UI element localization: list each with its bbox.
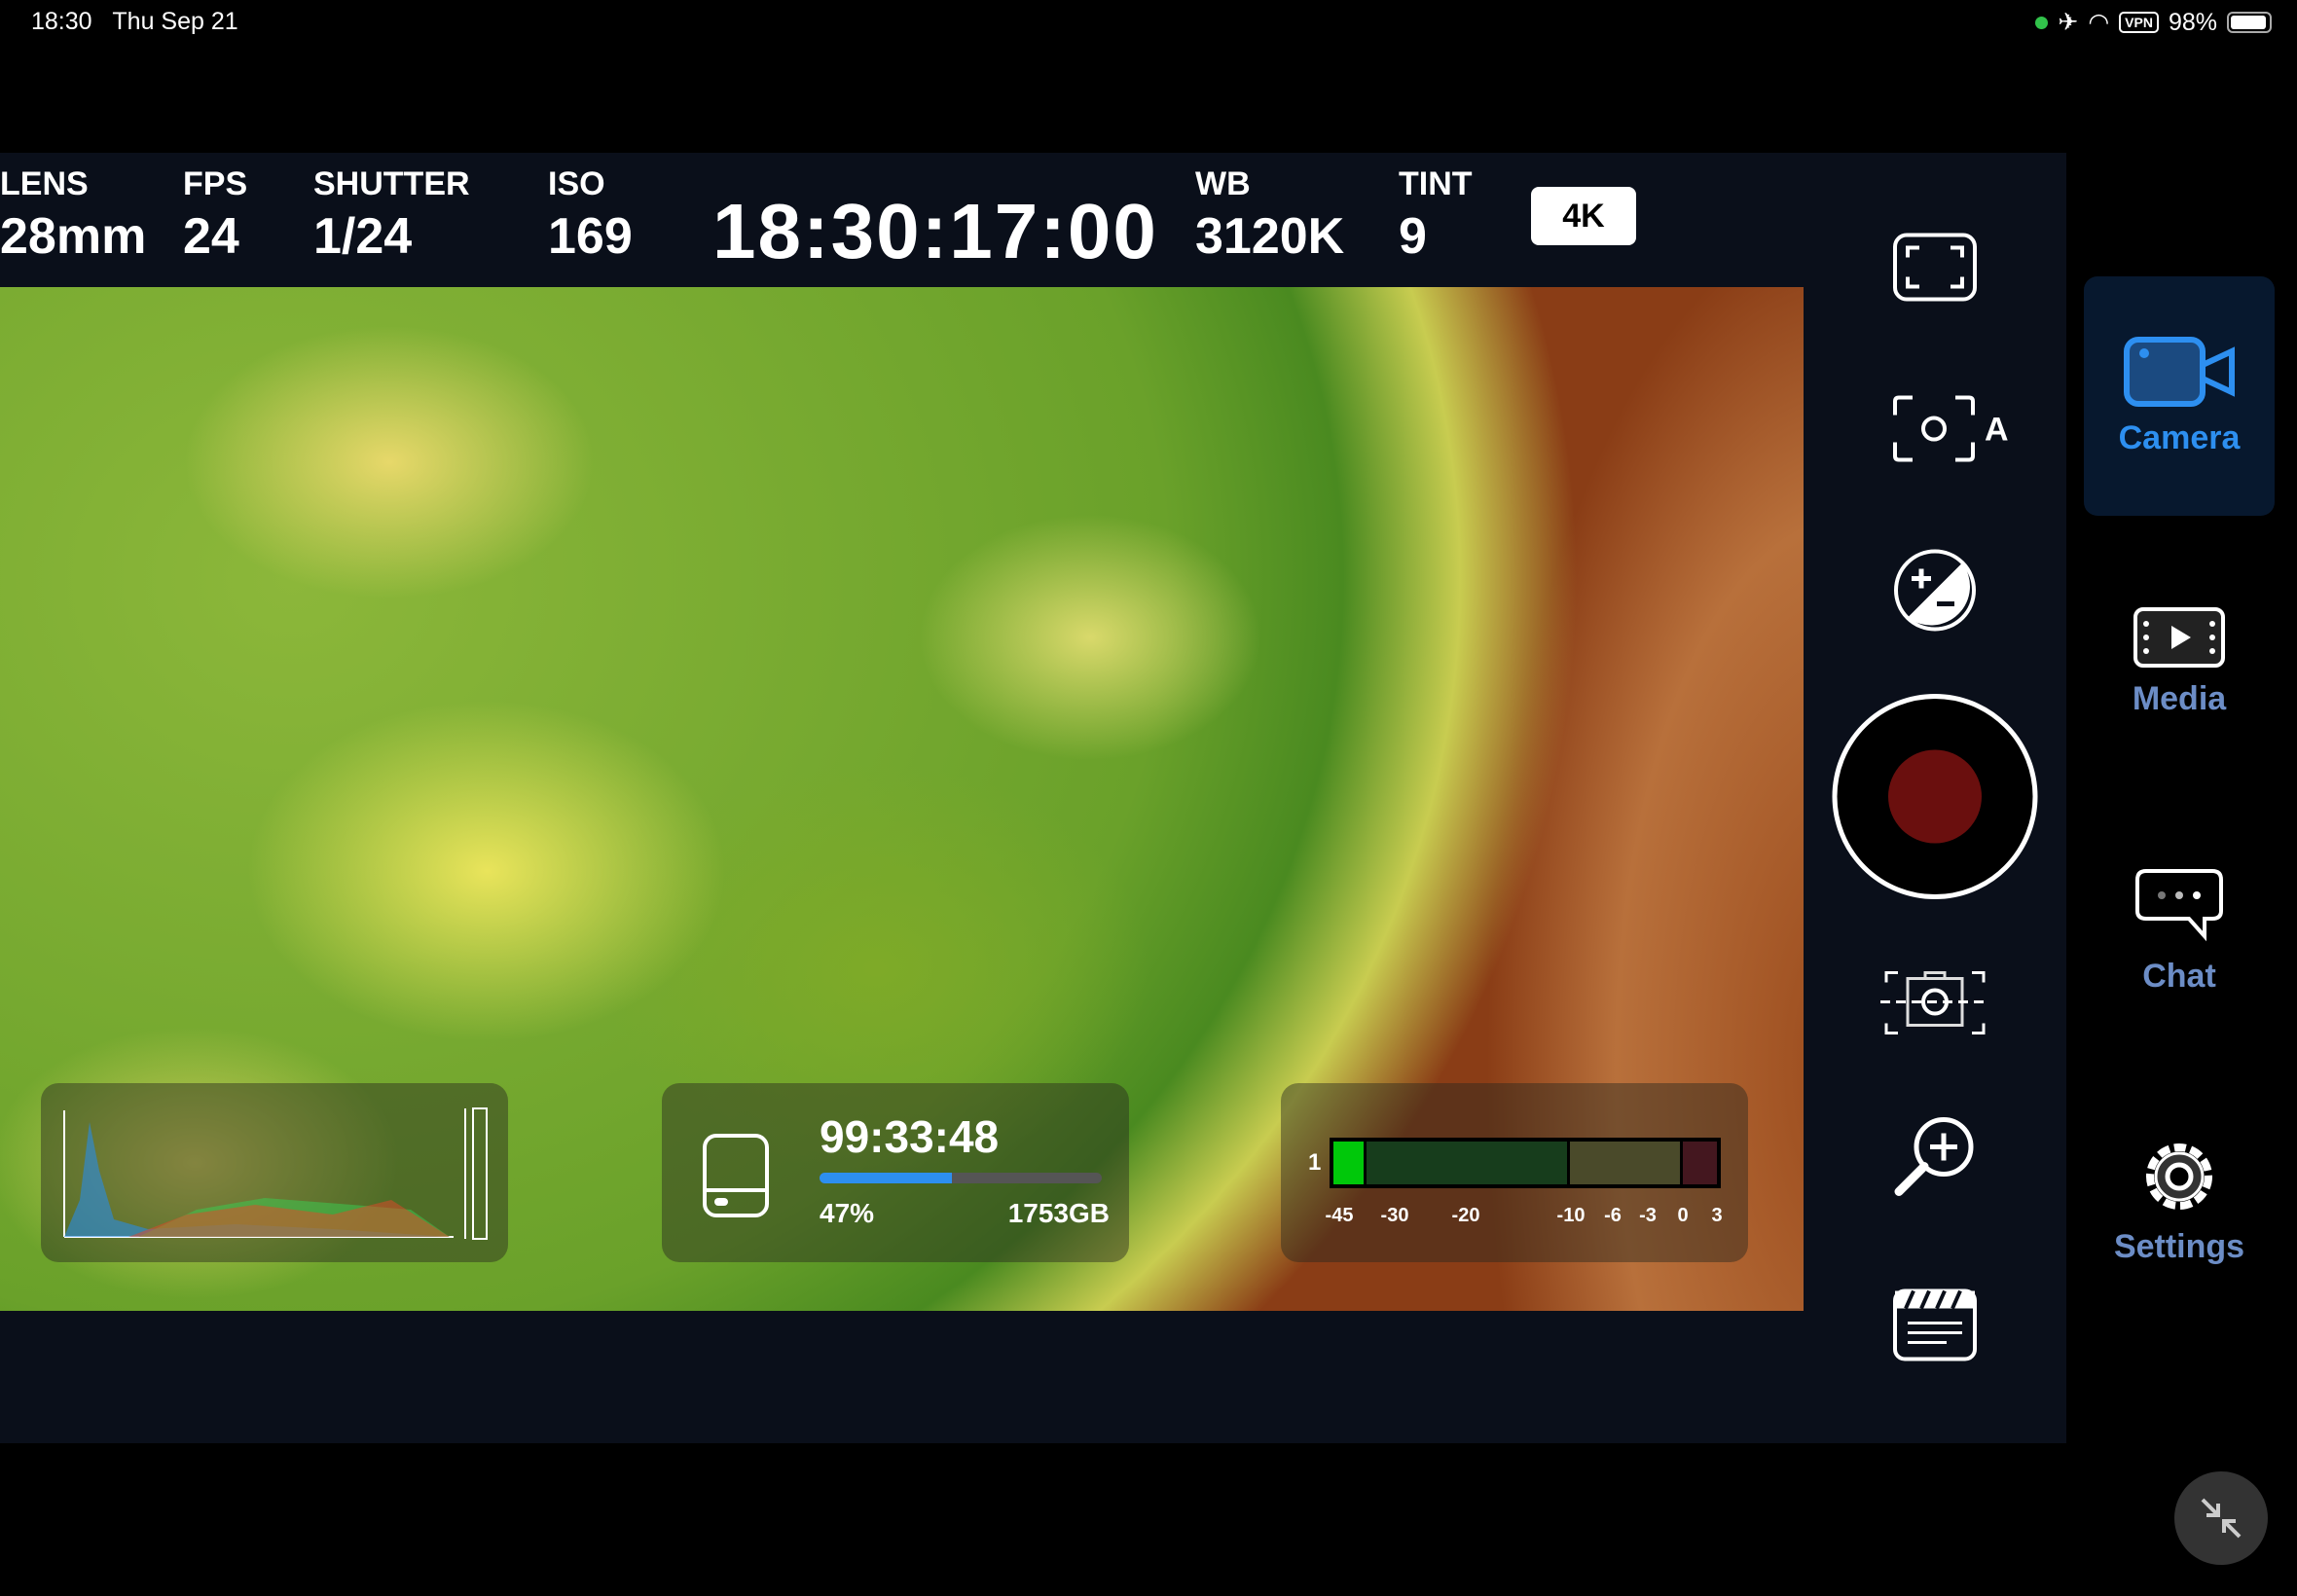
storage-percent: 47% [820,1198,875,1228]
status-bar-indicators: ✈ ◠ VPN 98% [2035,8,2272,37]
audio-tick-label: -45 [1325,1205,1354,1226]
meter-green-segment [1367,1142,1567,1184]
param-fps[interactable]: FPS 24 [183,165,247,266]
minimize-button[interactable] [2174,1471,2268,1565]
airplane-icon: ✈ [2058,9,2079,36]
capture-still-button[interactable] [1878,965,1991,1048]
audio-tick-label: -10 [1556,1205,1586,1226]
param-tint[interactable]: TINT 9 [1399,165,1473,266]
auto-focus-button[interactable]: A [1891,394,2012,469]
nav-camera[interactable]: Camera [2084,276,2275,516]
param-iso[interactable]: ISO 169 [548,165,633,266]
audio-tick-label: -20 [1451,1205,1480,1226]
fullscreen-icon [1893,233,1977,302]
zoom-button[interactable] [1891,1112,1979,1205]
audio-tick-label: 3 [1711,1205,1723,1226]
record-button[interactable] [1831,693,2039,906]
storage-progress [820,1173,1102,1183]
meter-red-segment [1683,1142,1717,1184]
wifi-icon: ◠ [2088,9,2110,36]
drive-icon [703,1134,769,1217]
audio-tick-label: 0 [1677,1205,1689,1226]
histogram-widget[interactable] [41,1083,508,1262]
param-wb[interactable]: WB 3120K [1195,165,1344,266]
collapse-arrows-icon [2201,1498,2242,1539]
battery-percent: 98% [2168,8,2217,36]
timecode: 18:30:17:00 [712,188,1158,274]
audio-tick-label: -6 [1604,1205,1622,1226]
param-lens[interactable]: LENS 28mm [0,165,146,266]
audio-tick-label: -3 [1639,1205,1657,1226]
record-icon [1832,694,2038,899]
slate-button[interactable] [1892,1288,1978,1367]
fullscreen-button[interactable] [1892,233,1978,308]
storage-widget[interactable]: 99:33:48 47% 1753GB [662,1083,1129,1262]
audio-meter-widget[interactable]: 1 -45 -30 -20 -10 -6 -3 0 3 [1281,1083,1748,1262]
meter-active-segment [1333,1142,1364,1184]
video-camera-icon [2124,336,2235,407]
zoom-in-icon [1894,1117,1974,1196]
exposure-button[interactable] [1892,548,1978,638]
battery-icon [2227,12,2272,33]
clapperboard-icon [1893,1288,1977,1361]
svg-text:A: A [1985,412,2009,449]
audio-level-meter [1330,1138,1721,1188]
side-nav: Camera Media Chat Settings [2066,153,2297,1443]
histogram-chart [63,1107,488,1240]
nav-media[interactable]: Media [2084,542,2275,781]
meter-yellow-segment [1570,1142,1680,1184]
status-bar-time: 18:30 Thu Sep 21 [31,8,238,35]
auto-focus-icon: A [1893,395,2009,462]
gear-icon [2146,1143,2212,1210]
audio-tick-label: -30 [1380,1205,1409,1226]
remaining-record-time: 99:33:48 [820,1111,1000,1162]
camera-in-use-icon [2035,16,2049,29]
nav-settings[interactable]: Settings [2084,1081,2275,1321]
chat-bubble-icon [2135,868,2223,941]
level-bar [472,1107,488,1240]
resolution-badge[interactable]: 4K [1531,187,1636,245]
nav-chat[interactable]: Chat [2084,812,2275,1051]
vpn-badge: VPN [2119,12,2159,33]
film-play-icon [2133,606,2225,668]
camera-capture-icon [1880,971,1987,1034]
param-shutter[interactable]: SHUTTER 1/24 [313,165,470,266]
storage-size: 1753GB [1007,1198,1110,1228]
audio-channel-label: 1 [1308,1149,1322,1176]
exposure-icon [1894,549,1976,632]
